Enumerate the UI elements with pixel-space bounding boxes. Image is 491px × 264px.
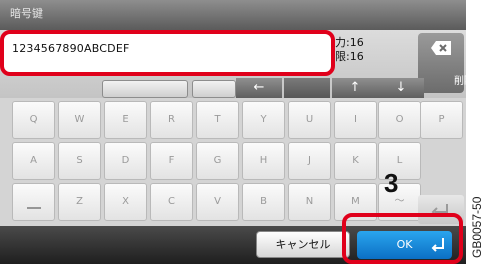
title-text: 暗号键: [10, 7, 43, 20]
key-label: G: [213, 155, 222, 166]
key-label: L: [396, 155, 403, 166]
character-count: 力:16 限:16: [335, 36, 364, 64]
key-p[interactable]: P: [420, 101, 463, 139]
key-q[interactable]: Q: [12, 101, 55, 139]
title-bar: 暗号键: [0, 0, 466, 30]
key-label: M: [351, 196, 360, 207]
key-label: E: [122, 114, 129, 125]
key-e[interactable]: E: [104, 101, 147, 139]
key-label: P: [438, 114, 445, 125]
cancel-label: キャンセル: [275, 238, 331, 251]
ok-highlight-frame: [342, 213, 463, 264]
key-label: V: [214, 196, 221, 207]
key-label: O: [395, 114, 404, 125]
key-label: B: [260, 196, 267, 207]
panel-screen: 暗号键 力:16 限:16 削除 ← ↑ ↓ Q W E R T Y U I O…: [0, 0, 466, 264]
figure-code: GB0057-50: [470, 196, 484, 258]
key-label: A: [30, 155, 37, 166]
entry-field[interactable]: 1234567890ABCDEF: [0, 30, 335, 76]
key-label: H: [259, 155, 268, 166]
space-icon: [26, 207, 41, 209]
key-label: I: [354, 114, 357, 125]
step-number: 3: [384, 168, 399, 198]
key-z[interactable]: Z: [58, 183, 101, 221]
mode-select-button-1[interactable]: [102, 80, 188, 98]
cursor-left-button[interactable]: ←: [236, 78, 282, 98]
soft-keyboard: Q W E R T Y U I O P A S D F G H J K L Z …: [0, 98, 466, 226]
key-label: D: [121, 155, 130, 166]
mode-select-button-2[interactable]: [192, 80, 236, 98]
entry-value: 1234567890ABCDEF: [12, 42, 130, 55]
key-label: N: [305, 196, 314, 207]
key-h[interactable]: H: [242, 142, 285, 180]
key-space[interactable]: [12, 183, 55, 221]
key-y[interactable]: Y: [242, 101, 285, 139]
backspace-icon: [431, 41, 451, 55]
key-g[interactable]: G: [196, 142, 239, 180]
key-d[interactable]: D: [104, 142, 147, 180]
key-s[interactable]: S: [58, 142, 101, 180]
key-a[interactable]: A: [12, 142, 55, 180]
key-label: J: [308, 155, 311, 166]
key-label: C: [168, 196, 175, 207]
key-u[interactable]: U: [288, 101, 331, 139]
key-label: Y: [260, 114, 267, 125]
key-o[interactable]: O: [378, 101, 421, 139]
key-label: U: [305, 114, 314, 125]
key-label: K: [352, 155, 359, 166]
cursor-up-button[interactable]: ↑: [332, 78, 378, 98]
cancel-button[interactable]: キャンセル: [256, 231, 350, 258]
key-b[interactable]: B: [242, 183, 285, 221]
key-f[interactable]: F: [150, 142, 193, 180]
arrow-down-icon: ↓: [395, 80, 407, 95]
key-c[interactable]: C: [150, 183, 193, 221]
key-label: W: [74, 114, 85, 125]
key-k[interactable]: K: [334, 142, 377, 180]
key-x[interactable]: X: [104, 183, 147, 221]
cursor-right-button[interactable]: [284, 78, 330, 98]
key-label: Z: [76, 196, 83, 207]
key-label: S: [76, 155, 83, 166]
cursor-down-button[interactable]: ↓: [378, 78, 424, 98]
key-w[interactable]: W: [58, 101, 101, 139]
key-r[interactable]: R: [150, 101, 193, 139]
key-n[interactable]: N: [288, 183, 331, 221]
arrow-left-icon: ←: [253, 80, 265, 95]
count-line-1: 力:16: [335, 36, 364, 49]
key-t[interactable]: T: [196, 101, 239, 139]
arrow-up-icon: ↑: [349, 80, 361, 95]
key-label: F: [168, 155, 175, 166]
count-line-2: 限:16: [335, 50, 364, 63]
key-j[interactable]: J: [288, 142, 331, 180]
key-i[interactable]: I: [334, 101, 377, 139]
key-label: R: [168, 114, 175, 125]
key-label: T: [214, 114, 221, 125]
key-v[interactable]: V: [196, 183, 239, 221]
delete-label: 削除: [454, 76, 466, 87]
key-label: Q: [29, 114, 38, 125]
key-label: X: [122, 196, 129, 207]
delete-button[interactable]: 削除: [418, 33, 466, 93]
